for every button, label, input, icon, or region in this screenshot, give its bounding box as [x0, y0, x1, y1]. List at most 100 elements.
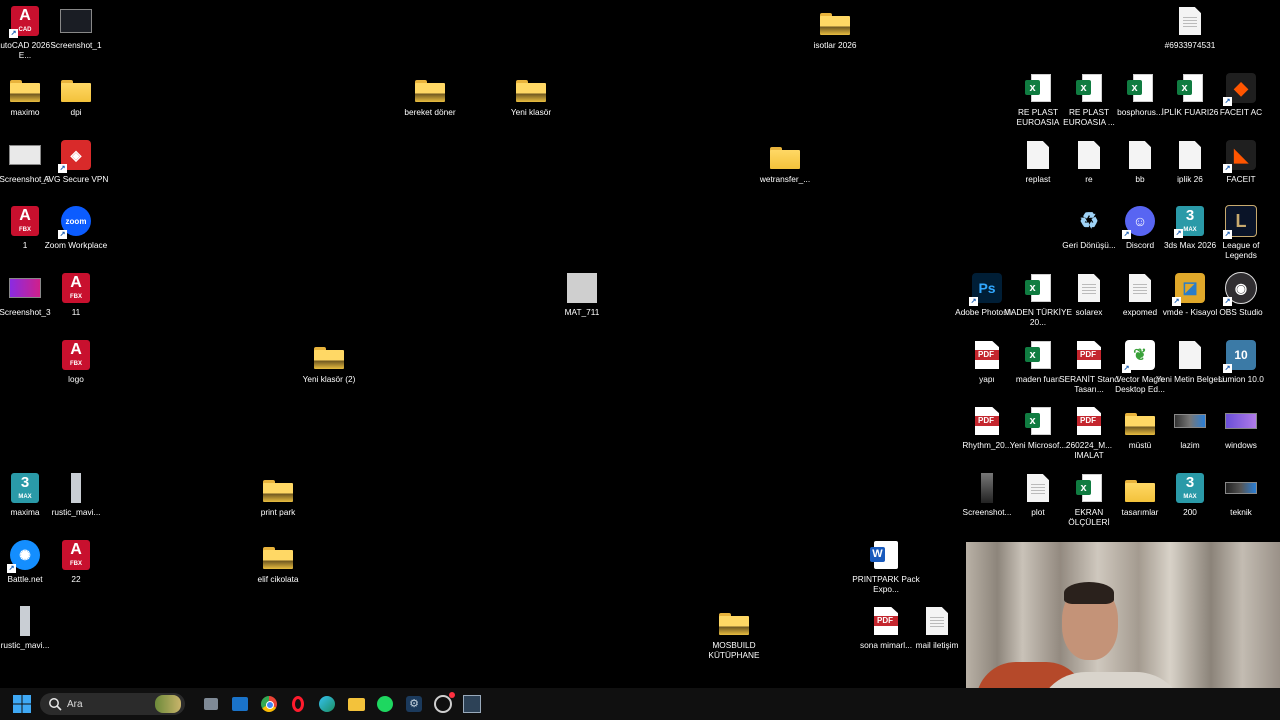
pdf-icon: PDF — [1077, 341, 1101, 369]
desktop-icon-print-park[interactable]: print park — [251, 472, 305, 517]
desktop-icon-mail-iletisim[interactable]: mail iletişim — [910, 605, 964, 650]
desktop-icon-zoom[interactable]: zoom Zoom Workplace — [45, 205, 107, 250]
outlook-icon — [232, 697, 248, 711]
steam-icon: ⚙ — [406, 696, 422, 712]
obs-icon: ◉ — [1225, 272, 1257, 304]
desktop-icon-elif-cikolata[interactable]: elif cikolata — [251, 539, 305, 584]
league-icon: L — [1225, 205, 1257, 237]
taskbar-app-file-explorer[interactable] — [344, 692, 368, 716]
folder-icon — [1125, 480, 1155, 502]
desktop-icon-autocad[interactable]: ACAD AutoCAD 2026 - E... — [0, 5, 55, 60]
screenshot-icon — [1225, 413, 1257, 429]
desktop-icon-dpi[interactable]: dpi — [49, 72, 103, 117]
faceit-ac-icon: ◆ — [1226, 73, 1256, 103]
avg-vpn-icon: ◈ — [61, 140, 91, 170]
taskbar-app-widgets[interactable] — [199, 692, 223, 716]
desktop-icon-yeni-klasor-2[interactable]: Yeni klasör (2) — [302, 339, 356, 384]
excel-icon: x — [1076, 474, 1102, 502]
3dsmax-icon: 3 MAX — [1174, 206, 1204, 238]
desktop-icon-maden-turkiye[interactable]: x MADEN TÜRKİYE 20... — [1004, 272, 1072, 327]
excel-icon: x — [1127, 74, 1153, 102]
widgets-icon — [204, 698, 218, 710]
opera-icon — [292, 696, 304, 712]
desktop-icon-isotlar-2026[interactable]: isotlar 2026 — [808, 5, 862, 50]
folder-icon — [770, 147, 800, 169]
folder-icon — [314, 347, 344, 369]
excel-icon: x — [1025, 341, 1051, 369]
document-icon — [1179, 141, 1201, 169]
notification-app-icon — [434, 692, 455, 713]
document-icon — [1027, 141, 1049, 169]
desktop-icon-mosbuild[interactable]: MOSBUILD KÜTÜPHANE — [707, 605, 761, 660]
desktop-icon-faceit[interactable]: ◣ FACEIT — [1214, 139, 1268, 184]
folder-icon — [61, 80, 91, 102]
pdf-icon: PDF — [975, 341, 999, 369]
taskbar-app-steam[interactable]: ⚙ — [402, 692, 426, 716]
image-icon — [20, 606, 30, 636]
taskbar-app-outlook[interactable] — [228, 692, 252, 716]
desktop-icon-260224[interactable]: PDF 260224_M... IMALAT — [1062, 405, 1116, 460]
desktop-icon-rustic-mavi-1[interactable]: rustic_mavi... — [49, 472, 103, 517]
desktop-icon-6933974531[interactable]: #6933974531 — [1163, 5, 1217, 50]
desktop-icon-screenshot-1[interactable]: Screenshot_1 — [49, 5, 103, 50]
taskbar-app-notification[interactable] — [431, 692, 455, 716]
desktop-icon-mat-711[interactable]: MAT_711 — [555, 272, 609, 317]
desktop-icon-rustic-mavi-2[interactable]: rustic_mavi... — [0, 605, 52, 650]
desktop-icon-vector-magic[interactable]: ❦ Vector Magic Desktop Ed... — [1113, 339, 1167, 394]
document-icon — [1027, 474, 1049, 502]
screenshot-icon — [1174, 414, 1206, 428]
desktop-icon-logo[interactable]: A FBX logo — [49, 339, 103, 384]
screenshot-icon — [9, 145, 41, 165]
chrome-icon — [261, 696, 277, 712]
desktop-icon-avg-vpn[interactable]: ◈ AVG Secure VPN — [44, 139, 108, 184]
desktop-icon-faceit-ac[interactable]: ◆ FACEIT AC — [1214, 72, 1268, 117]
pdf-icon: PDF — [975, 407, 999, 435]
file-explorer-icon — [347, 697, 365, 711]
desktop-icon-obs[interactable]: ◉ OBS Studio — [1214, 272, 1268, 317]
desktop-icon-bereket-doner[interactable]: bereket döner — [403, 72, 457, 117]
document-icon — [1179, 341, 1201, 369]
desktop-icon-teknik[interactable]: teknik — [1214, 472, 1268, 517]
desktop-icon-windows[interactable]: windows — [1214, 405, 1268, 450]
zoom-icon: zoom — [61, 206, 91, 236]
taskbar-search[interactable]: Ara — [40, 693, 185, 715]
screenshot-icon — [60, 9, 92, 33]
screenshot-icon — [1225, 482, 1257, 494]
pdf-icon: PDF — [1077, 407, 1101, 435]
taskbar-app-spotify[interactable] — [373, 692, 397, 716]
desktop-icon-printpark[interactable]: W PRINTPARK Pack Expo... — [852, 539, 920, 594]
image-icon — [71, 473, 81, 503]
folder-icon — [1125, 413, 1155, 435]
screenshot-icon — [9, 278, 41, 298]
desktop-icon-replast-euroasia-2[interactable]: x RE PLAST EUROASIA ... — [1062, 72, 1116, 127]
start-button[interactable] — [10, 692, 34, 716]
desktop-icon-ekran-olculeri[interactable]: x EKRAN ÖLÇÜLERİ — [1062, 472, 1116, 527]
webcam-person-hair — [1064, 582, 1114, 604]
desktop-icon-lumion[interactable]: 10 Lumion 10.0 — [1214, 339, 1268, 384]
taskbar-app-chrome[interactable] — [257, 692, 281, 716]
desktop-icon-yeni-klasor[interactable]: Yeni klasör — [504, 72, 558, 117]
taskbar-app-opera[interactable] — [286, 692, 310, 716]
folder-icon — [820, 13, 850, 35]
edge-icon — [319, 696, 335, 712]
autocad-fbx-icon: A FBX — [62, 540, 90, 570]
desktop-icon-wetransfer[interactable]: wetransfer_... — [758, 139, 812, 184]
desktop-icon-league[interactable]: L League of Legends — [1214, 205, 1268, 260]
desktop-icon-11[interactable]: A FBX 11 — [49, 272, 103, 317]
desktop-icon-22[interactable]: A FBX 22 — [49, 539, 103, 584]
excel-icon: x — [1177, 74, 1203, 102]
vectormagic-icon: ❦ — [1125, 340, 1155, 370]
excel-icon: x — [1025, 407, 1051, 435]
autocad-fbx-icon: A FBX — [62, 340, 90, 370]
document-icon — [1129, 141, 1151, 169]
battlenet-icon: ✺ — [10, 540, 40, 570]
photoshop-icon: Ps — [972, 273, 1002, 303]
taskbar: Ara ⚙ — [0, 688, 1280, 720]
start-icon — [13, 695, 31, 713]
document-icon — [1129, 274, 1151, 302]
vmde-icon: ◪ — [1175, 273, 1205, 303]
taskbar-app-snipping[interactable] — [460, 692, 484, 716]
faceit-icon: ◣ — [1226, 140, 1256, 170]
taskbar-app-edge[interactable] — [315, 692, 339, 716]
search-placeholder: Ara — [67, 698, 83, 710]
